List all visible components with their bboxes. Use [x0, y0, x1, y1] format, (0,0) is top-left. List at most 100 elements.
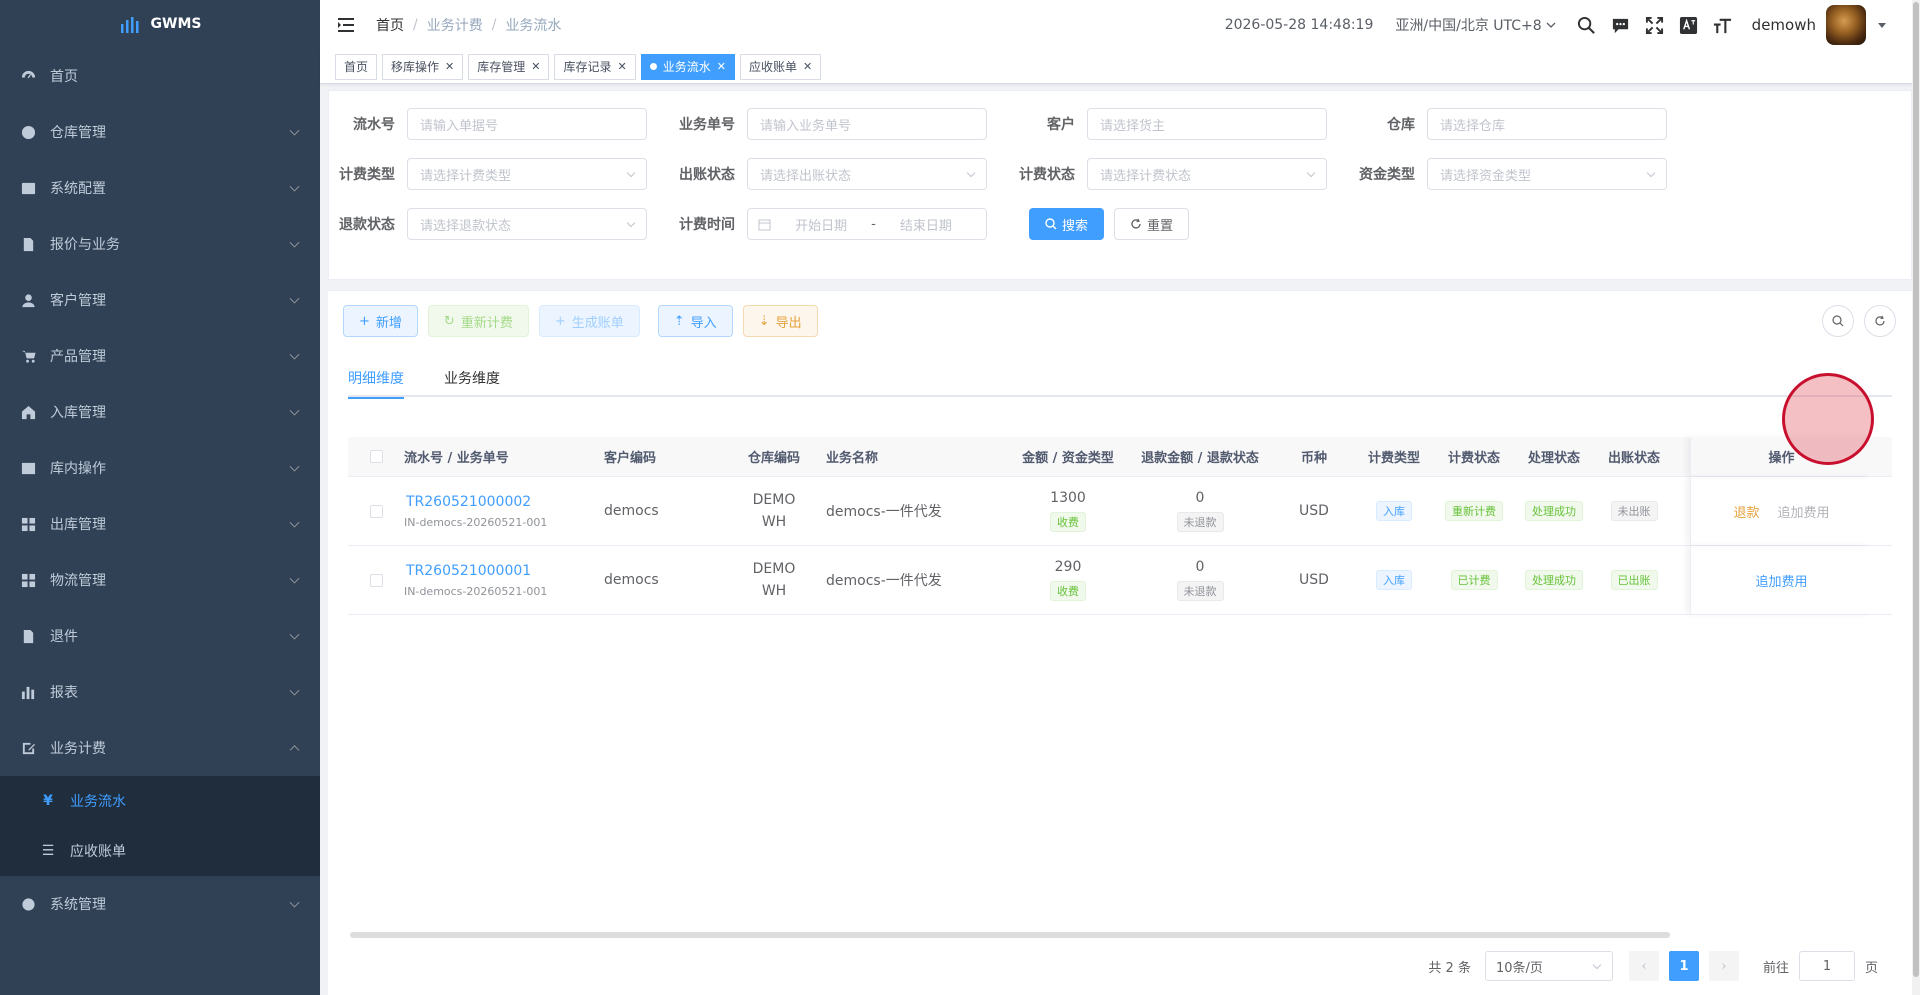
row-checkbox[interactable]	[369, 573, 383, 587]
close-icon[interactable]: ✕	[803, 60, 812, 73]
fund-type-select[interactable]: 请选择资金类型	[1427, 158, 1667, 190]
serial-no-input[interactable]: 请输入单据号	[407, 108, 647, 140]
prev-page-button[interactable]: ‹	[1628, 951, 1659, 981]
app-logo[interactable]: GWMS	[0, 0, 320, 48]
sidebar-item-13[interactable]: 系统管理	[0, 876, 320, 932]
hamburger-icon[interactable]	[336, 15, 356, 35]
serial-link[interactable]: TR260521000002	[406, 494, 531, 510]
chevron-down-icon	[289, 573, 300, 584]
tag-4[interactable]: 业务流水 ✕	[640, 53, 735, 80]
import-button-label: 导入	[690, 315, 717, 331]
add-fee-button[interactable]: 追加费用	[1755, 571, 1807, 590]
fee-type-select[interactable]: 请选择计费类型	[407, 158, 647, 190]
biz-no-input[interactable]: 请输入业务单号	[747, 108, 987, 140]
tag-5[interactable]: 应收账单 ✕	[739, 53, 822, 80]
translate-icon[interactable]	[1679, 15, 1699, 35]
refresh-table-button[interactable]	[1864, 305, 1896, 337]
tag-3[interactable]: 库存记录 ✕	[554, 53, 636, 80]
sidebar-item-8[interactable]: 出库管理	[0, 496, 320, 552]
chevron-down-icon	[289, 237, 300, 248]
sidebar-item-7[interactable]: 库内操作	[0, 440, 320, 496]
vertical-scrollbar[interactable]	[1912, 0, 1920, 995]
row-checkbox[interactable]	[369, 504, 383, 518]
chevron-down-icon	[966, 168, 976, 178]
customer-select[interactable]: 请选择货主	[1087, 108, 1327, 140]
breadcrumb-item-billing[interactable]: 业务计费	[427, 15, 483, 35]
font-size-icon[interactable]	[1713, 15, 1733, 35]
avatar[interactable]	[1826, 5, 1866, 45]
close-icon[interactable]: ✕	[717, 60, 726, 73]
sidebar-item-4[interactable]: 客户管理	[0, 272, 320, 328]
filter-customer: 客户 请选择货主	[1009, 108, 1327, 140]
select-all-checkbox[interactable]	[369, 450, 383, 463]
search-icon	[1045, 218, 1057, 230]
start-date-input[interactable]: 开始日期	[771, 215, 871, 234]
plus-icon: +	[359, 313, 370, 329]
app-name: GWMS	[150, 16, 202, 32]
warehouse-select[interactable]: 请选择仓库	[1427, 108, 1667, 140]
submenu-item-1[interactable]: ☰ 应收账单	[0, 826, 320, 876]
timezone-selector[interactable]: 亚洲/中国/北京 UTC+8	[1395, 15, 1556, 35]
chevron-down-icon	[1546, 22, 1556, 28]
sidebar-item-2[interactable]: 系统配置	[0, 160, 320, 216]
serial-link[interactable]: TR260521000001	[406, 563, 531, 579]
chevron-down-icon	[1646, 168, 1656, 178]
sidebar-item-6[interactable]: 入库管理	[0, 384, 320, 440]
sidebar-item-0[interactable]: 首页	[0, 48, 320, 104]
tag-0[interactable]: 首页	[335, 53, 378, 80]
toggle-search-button[interactable]	[1822, 305, 1854, 337]
biz-no: IN-democs-20260521-001	[404, 584, 548, 598]
refund-button[interactable]: 退款	[1733, 502, 1759, 521]
close-icon[interactable]: ✕	[618, 60, 627, 73]
tab-business[interactable]: 业务维度	[444, 363, 500, 397]
page-number-button[interactable]: 1	[1668, 951, 1699, 981]
goto-page-input[interactable]: 1	[1798, 951, 1855, 981]
caret-down-icon[interactable]	[1878, 22, 1886, 28]
horizontal-scrollbar[interactable]	[350, 932, 1670, 938]
message-icon[interactable]	[1611, 15, 1631, 35]
bar-chart-icon	[20, 684, 36, 700]
submenu-item-0[interactable]: ¥ 业务流水	[0, 776, 320, 826]
breadcrumb-item-home[interactable]: 首页	[376, 15, 404, 35]
add-button[interactable]: + 新增	[343, 305, 418, 337]
tag-1[interactable]: 移库操作 ✕	[382, 53, 464, 80]
refund-status-select[interactable]: 请选择退款状态	[407, 208, 647, 240]
edit-icon	[20, 740, 36, 756]
tag-2[interactable]: 库存管理 ✕	[468, 53, 550, 80]
fullscreen-icon[interactable]	[1645, 15, 1665, 35]
sidebar-item-3[interactable]: 报价与业务	[0, 216, 320, 272]
sidebar-item-11[interactable]: 报表	[0, 664, 320, 720]
sidebar-item-12[interactable]: 业务计费	[0, 720, 320, 776]
tab-detail[interactable]: 明细维度	[348, 363, 404, 399]
fee-status-cell: 已计费	[1434, 546, 1514, 614]
fee-status-select[interactable]: 请选择计费状态	[1087, 158, 1327, 190]
fee-time-range[interactable]: 开始日期 - 结束日期	[747, 208, 987, 240]
sidebar-item-label: 系统管理	[50, 897, 106, 913]
sidebar-item-label: 业务计费	[50, 741, 106, 757]
generate-bill-button[interactable]: + 生成账单	[538, 305, 640, 337]
sidebar-item-1[interactable]: 仓库管理	[0, 104, 320, 160]
sidebar-item-label: 系统配置	[50, 181, 106, 197]
filter-label: 退款状态	[339, 217, 395, 233]
sidebar-item-9[interactable]: 物流管理	[0, 552, 320, 608]
end-date-input[interactable]: 结束日期	[876, 215, 976, 234]
recalc-button[interactable]: ↻ 重新计费	[427, 305, 529, 337]
search-button[interactable]: 搜索	[1029, 208, 1105, 240]
filter-label: 出账状态	[679, 167, 735, 183]
reset-button[interactable]: 重置	[1114, 208, 1190, 240]
table-row: TR260521000001 IN-democs-20260521-001 demo…	[348, 546, 1892, 615]
search-icon[interactable]	[1577, 15, 1597, 35]
next-page-button[interactable]: ›	[1708, 951, 1739, 981]
page-size-select[interactable]: 10条/页	[1484, 951, 1613, 981]
navbar: 首页 / 业务计费 / 业务流水 2026-05-28 14:48:19 亚洲/…	[320, 0, 1920, 50]
close-icon[interactable]: ✕	[445, 60, 454, 73]
username[interactable]: demowh	[1752, 16, 1816, 34]
bill-status-select[interactable]: 请选择出账状态	[747, 158, 987, 190]
sidebar-menu: 首页 仓库管理系统配置报价与业务 客户管理 产品管理 入库管理 库内操作 出库管理 物流管理退…	[0, 48, 320, 932]
add-fee-button[interactable]: 追加费用	[1778, 502, 1830, 521]
sidebar-item-5[interactable]: 产品管理	[0, 328, 320, 384]
sidebar-item-10[interactable]: 退件	[0, 608, 320, 664]
import-button[interactable]: ⇡ 导入	[657, 305, 733, 337]
export-button[interactable]: ⇣ 导出	[742, 305, 818, 337]
close-icon[interactable]: ✕	[531, 60, 540, 73]
